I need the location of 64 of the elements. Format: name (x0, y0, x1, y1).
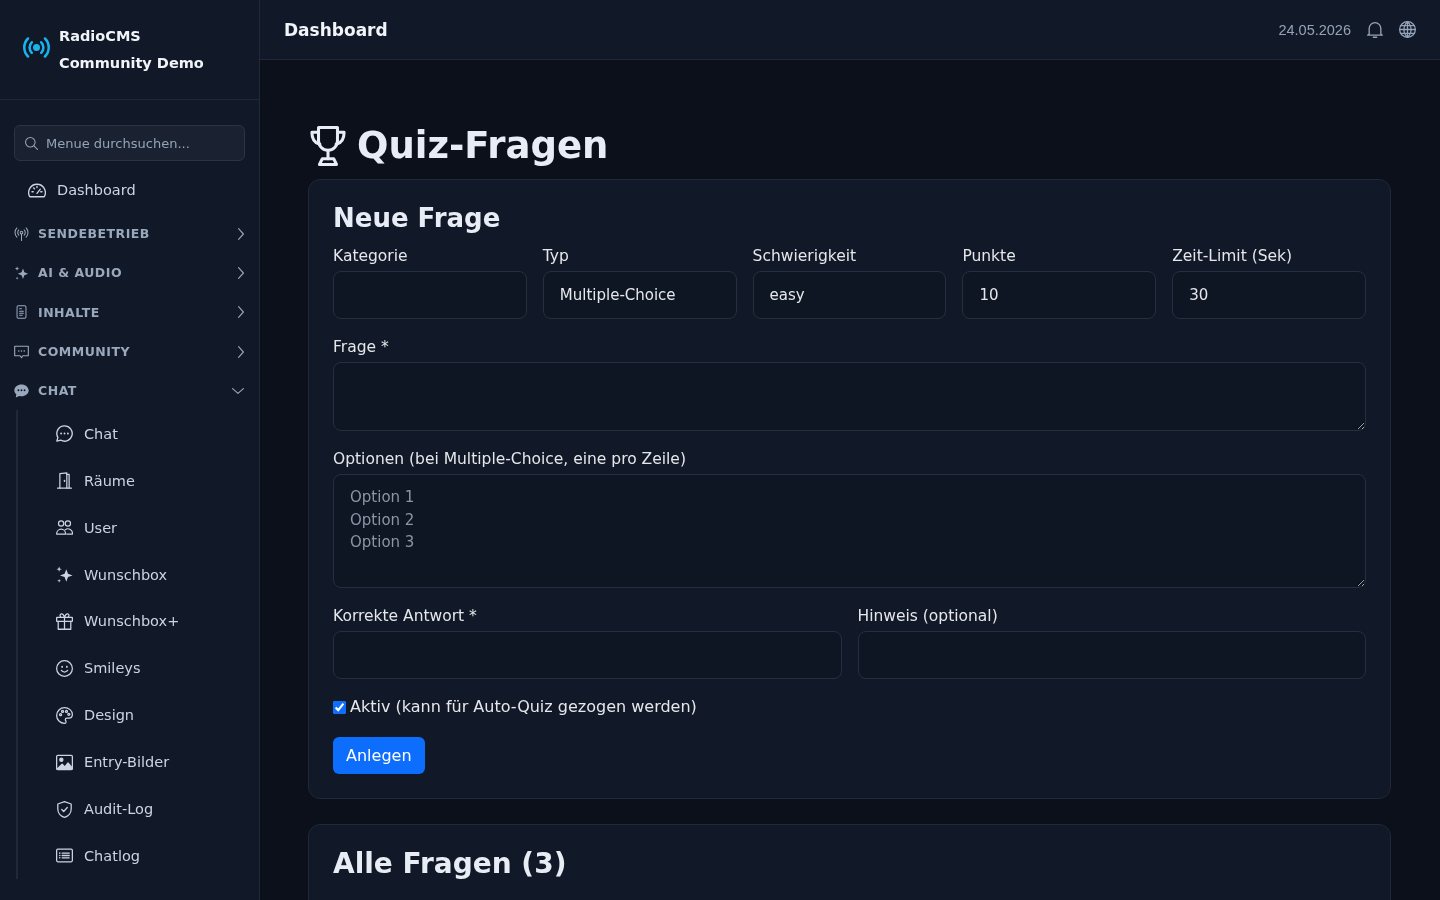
gift-icon (56, 613, 73, 630)
checkbox[interactable] (333, 700, 346, 714)
brand-title: RadioCMS Community Demo (59, 26, 205, 73)
sidebar-item[interactable]: Chatlog (18, 832, 148, 880)
shield-check-icon (56, 800, 73, 818)
sparkles-icon (56, 566, 73, 584)
sidebar-section[interactable]: CHAT (0, 371, 259, 411)
speedometer-icon (28, 182, 46, 198)
chat-bubble-icon (56, 425, 73, 443)
search-field[interactable]: Menue durchsuchen... (14, 125, 245, 161)
sidebar-section[interactable]: COMMUNITY (0, 331, 259, 372)
submit-button[interactable]: Anlegen (333, 737, 425, 774)
input-field[interactable] (333, 271, 527, 319)
sidebar-section[interactable]: INHALTE (0, 292, 259, 332)
field-label: Korrekte Antwort * (333, 606, 477, 627)
list-icon (56, 847, 73, 865)
field-label: Hinweis (optional) (857, 606, 998, 627)
input-field[interactable]: Multiple-Choice (542, 271, 737, 319)
document-icon (14, 305, 29, 320)
sidebar-item[interactable]: Dashboard (0, 170, 146, 210)
sidebar-item[interactable]: Räume (18, 457, 143, 505)
palette-icon (56, 706, 73, 724)
chat-bubble-icon (14, 344, 29, 359)
field-label: Optionen (bei Multiple-Choice, eine pro Zeile) (333, 449, 686, 470)
card-title: Alle Fragen (3) (333, 846, 567, 882)
chat-bubble-icon (14, 383, 29, 398)
sidebar-item[interactable]: Wunschbox (18, 551, 176, 599)
sidebar-section[interactable]: AI & AUDIO (0, 253, 259, 293)
smiley-icon (56, 659, 73, 677)
input-field[interactable] (333, 631, 842, 679)
field-label: Frage * (333, 337, 389, 358)
sidebar-item[interactable]: Wunschbox+ (18, 598, 188, 645)
sidebar-item[interactable]: Design (18, 691, 143, 739)
date-text: 24.05.2026 (1278, 21, 1351, 38)
input-field[interactable] (857, 631, 1366, 679)
field-label: Punkte (962, 246, 1016, 267)
trophy-icon (308, 126, 348, 166)
people-icon (56, 519, 73, 537)
image-icon (56, 753, 73, 771)
sidebar-item[interactable]: Chat (18, 410, 126, 458)
textarea-field[interactable]: Option 1 Option 2 Option 3 (333, 474, 1366, 588)
card-title: Neue Frage (333, 202, 501, 235)
sidebar-section[interactable]: SENDEBETRIEB (0, 214, 259, 254)
page-title: Quiz-Fragen (357, 123, 609, 169)
header-title: Dashboard (284, 19, 388, 40)
sidebar-item[interactable]: Entry-Bilder (18, 738, 178, 786)
field-label: Kategorie (333, 246, 408, 267)
globe-icon[interactable] (1399, 21, 1416, 38)
field-label: Schwierigkeit (752, 246, 857, 267)
bell-icon[interactable] (1367, 21, 1383, 38)
door-icon (56, 472, 73, 490)
sidebar-item[interactable]: User (18, 504, 126, 552)
field-label: Typ (542, 246, 569, 267)
field-label: Zeit-Limit (Sek) (1172, 246, 1293, 267)
input-field[interactable]: 30 (1172, 271, 1366, 319)
checkbox-label: Aktiv (kann für Auto-Quiz gezogen werden) (350, 696, 697, 718)
textarea-field[interactable] (333, 362, 1366, 431)
broadcast-icon (23, 37, 50, 58)
sidebar-item[interactable]: Smileys (18, 644, 149, 692)
input-field[interactable]: easy (752, 271, 947, 319)
sparkles-icon (14, 265, 29, 280)
input-field[interactable]: 10 (962, 271, 1157, 319)
sidebar-item[interactable]: Audit-Log (18, 785, 162, 833)
antenna-icon (14, 226, 29, 241)
